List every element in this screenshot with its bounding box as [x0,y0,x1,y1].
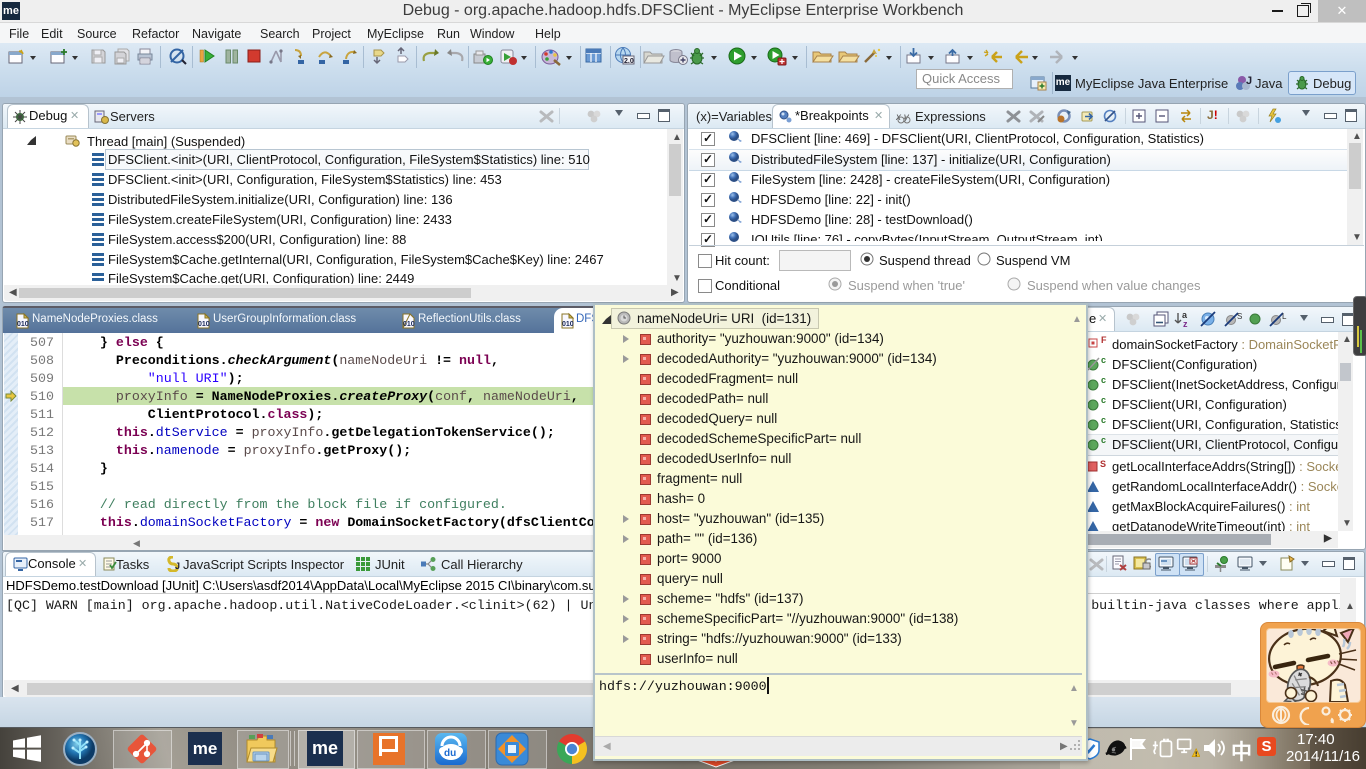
svg-text:010: 010 [562,321,574,328]
svg-text:c: c [1101,355,1106,365]
svg-text:J: J [1246,75,1252,87]
svg-text:F: F [1101,335,1107,345]
svg-text:du: du [444,748,456,759]
svg-text:2.0: 2.0 [624,58,634,65]
svg-text:010: 010 [198,321,210,328]
svg-text:010: 010 [17,321,29,328]
svg-text:J: J [175,561,180,571]
svg-text:010: 010 [403,321,415,328]
svg-text:c: c [1101,415,1106,425]
svg-text:c: c [1101,395,1106,405]
svg-text:S: S [1100,459,1106,469]
svg-text:c: c [1101,375,1106,385]
svg-text:c: c [1101,435,1106,445]
